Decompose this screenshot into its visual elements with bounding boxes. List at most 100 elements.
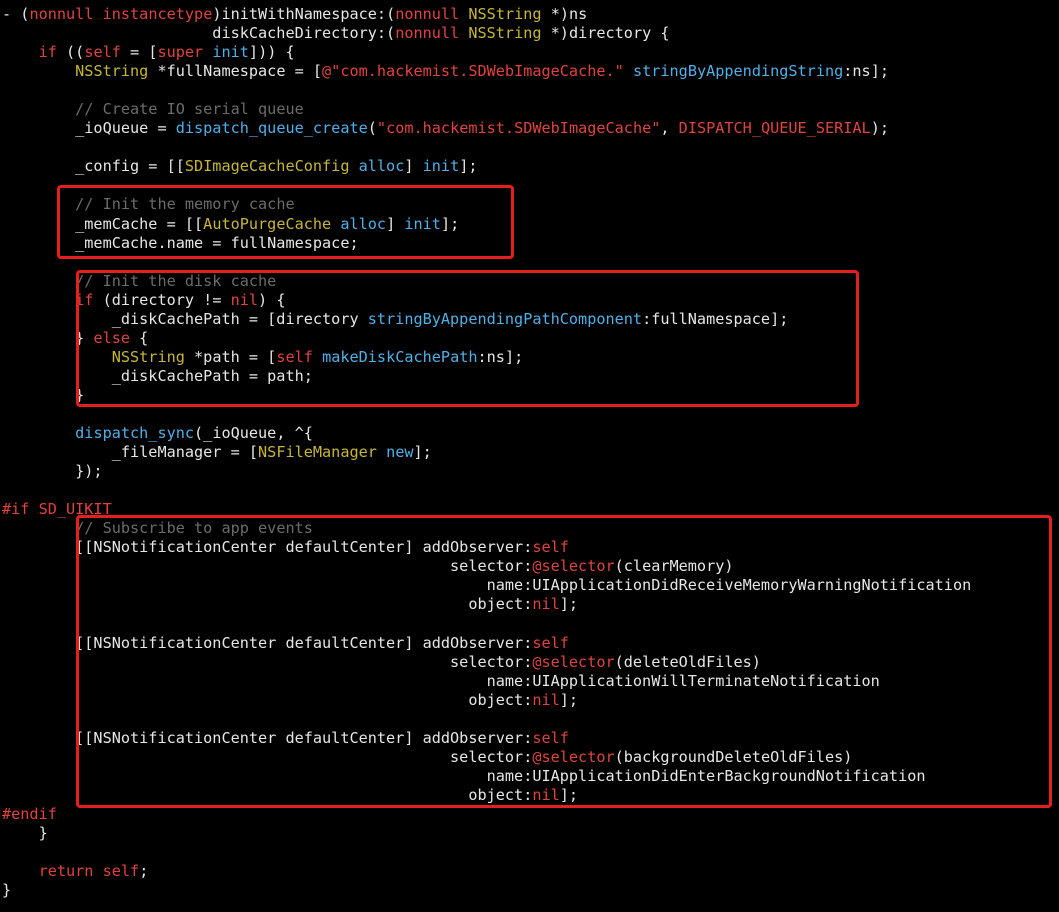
code-token-plain: _memCache = [[: [2, 214, 204, 233]
code-token-plain: (_ioQueue, ^{: [194, 424, 313, 443]
code-token-method: alloc: [358, 157, 405, 176]
code-token-kw: nonnull: [395, 5, 460, 23]
code-line: NSString *fullNamespace = [@"com.hackemi…: [2, 62, 1057, 81]
code-token-type: SDImageCacheConfig: [184, 157, 350, 176]
code-token-plain: [[NSNotificationCenter defaultCenter] ad…: [2, 728, 533, 747]
code-token-plain: _config = [[: [2, 157, 185, 176]
code-token-kw: self: [102, 862, 140, 881]
code-token-plain: _diskCachePath = path;: [2, 366, 313, 385]
code-line: name:UIApplicationDidReceiveMemoryWarnin…: [2, 576, 1057, 595]
code-token-kw: if: [38, 43, 57, 62]
code-token-kw: self: [532, 538, 569, 557]
code-token-plain: [[NSNotificationCenter defaultCenter] ad…: [2, 538, 533, 557]
code-token-plain: (: [367, 119, 377, 138]
code-line: name:UIApplicationWillTerminateNotificat…: [2, 672, 1057, 691]
code-line: _config = [[SDImageCacheConfig alloc] in…: [2, 157, 1057, 176]
code-line: object:nil];: [2, 595, 1057, 614]
code-token-plain: name:UIApplicationDidReceiveMemoryWarnin…: [2, 576, 972, 595]
code-token-method: init: [212, 43, 249, 62]
code-token-plain: ]: [386, 214, 405, 233]
code-line: #endif: [2, 805, 1057, 824]
code-token-plain: ,: [660, 119, 679, 138]
code-line: _diskCachePath = path;: [2, 367, 1057, 386]
code-token-plain: );: [870, 119, 889, 138]
code-token-method: init: [404, 214, 441, 233]
code-token-plain: )initWithNamespace:(: [212, 5, 396, 23]
code-token-kw: else: [93, 328, 131, 347]
code-line: _fileManager = [NSFileManager new];: [2, 443, 1057, 462]
code-token-kw: self: [532, 728, 569, 747]
code-token-kw: nil: [230, 290, 259, 309]
code-token-plain: = [: [120, 43, 158, 62]
code-token-plain: _fileManager = [: [2, 443, 259, 462]
code-token-kw: return: [38, 862, 94, 881]
code-token-kw: nonnull: [395, 24, 460, 43]
code-token-kw: nil: [532, 785, 560, 804]
code-token-plain: name:UIApplicationDidEnterBackgroundNoti…: [2, 766, 926, 785]
code-token-kw: @selector: [532, 747, 615, 766]
code-token-plain: :ns];: [477, 347, 524, 366]
code-token-comment: // Init the memory cache: [75, 195, 295, 214]
code-line: if ((self = [super init])) {: [2, 43, 1057, 62]
code-token-kw: self: [84, 43, 121, 62]
code-line: if (directory != nil) {: [2, 291, 1057, 310]
code-token-plain: object:: [2, 785, 533, 804]
code-token-plain: ;: [139, 862, 149, 881]
code-token-kw: instancetype: [102, 5, 213, 23]
code-token-comment: // Subscribe to app events: [75, 519, 313, 538]
code-token-plain: *path = [: [184, 347, 277, 366]
code-token-plain: object:: [2, 690, 533, 709]
code-token-plain: ];: [559, 785, 579, 804]
code-token-macro: DISPATCH_QUEUE_SERIAL: [678, 119, 871, 138]
code-line: _memCache = [[AutoPurgeCache alloc] init…: [2, 215, 1057, 234]
code-token-plain: selector:: [2, 652, 533, 671]
code-token-plain: });: [2, 462, 103, 481]
code-token-plain: _ioQueue =: [2, 119, 176, 138]
code-token-plain: (directory !=: [93, 290, 231, 309]
code-token-method: alloc: [340, 214, 387, 233]
code-token-plain: {: [130, 328, 149, 347]
code-token-plain: *fullNamespace = [: [148, 62, 323, 81]
code-token-type: NSString: [468, 5, 542, 23]
code-line: - (nonnull instancetype)initWithNamespac…: [2, 5, 1057, 24]
code-token-plain: _diskCachePath = [directory: [2, 309, 368, 328]
code-editor[interactable]: - (nonnull instancetype)initWithNamespac…: [2, 5, 1057, 905]
code-line: _memCache.name = fullNamespace;: [2, 234, 1057, 253]
code-token-plain: *)directory {: [541, 24, 670, 43]
code-token-plain: ];: [559, 595, 579, 614]
code-line: selector:@selector(clearMemory): [2, 557, 1057, 576]
code-token-type: NSString: [468, 24, 542, 43]
code-token-kw: @selector: [532, 557, 615, 576]
code-line: return self;: [2, 862, 1057, 881]
code-line: object:nil];: [2, 691, 1057, 710]
code-token-macro: #endif: [2, 804, 57, 823]
code-line: // Create IO serial queue: [2, 100, 1057, 119]
code-token-plain: ];: [440, 214, 460, 233]
code-line: }: [2, 386, 1057, 405]
code-token-plain: object:: [2, 595, 533, 614]
code-token-plain: ((: [56, 43, 85, 62]
code-token-plain: ])) {: [248, 43, 295, 62]
code-line: dispatch_sync(_ioQueue, ^{: [2, 424, 1057, 443]
code-token-kw: nil: [532, 595, 560, 614]
code-line: _diskCachePath = [directory stringByAppe…: [2, 310, 1057, 329]
code-line: _ioQueue = dispatch_queue_create("com.ha…: [2, 119, 1057, 138]
code-token-plain: diskCacheDirectory:(: [2, 24, 396, 43]
code-token-plain: }: [2, 385, 85, 404]
code-token-comment: // Create IO serial queue: [75, 100, 304, 119]
code-line: NSString *path = [self makeDiskCachePath…: [2, 348, 1057, 367]
code-token-plain: selector:: [2, 747, 533, 766]
